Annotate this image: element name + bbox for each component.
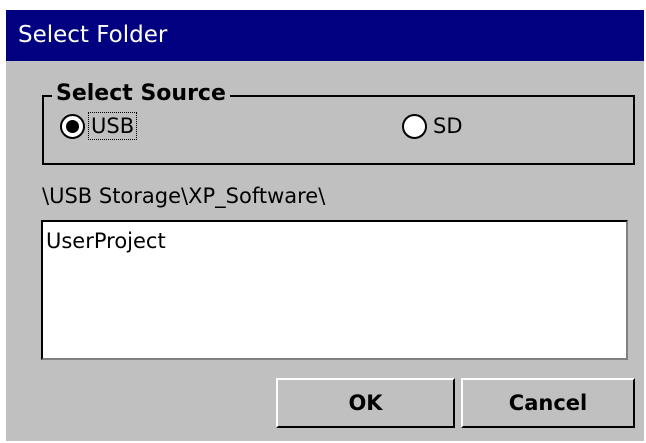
sd-radio-button[interactable] <box>402 113 427 139</box>
current-path-label: \USB Storage\XP_Software\ <box>42 184 326 208</box>
usb-radio-label[interactable]: USB <box>87 112 138 140</box>
dialog-title: Select Folder <box>6 10 644 61</box>
list-item[interactable]: UserProject <box>43 222 626 255</box>
select-source-label: Select Source <box>52 80 230 108</box>
sd-radio-label[interactable]: SD <box>431 113 465 139</box>
usb-radio-button[interactable] <box>60 113 85 139</box>
cancel-button[interactable]: Cancel <box>461 378 635 428</box>
ok-button[interactable]: OK <box>276 378 455 428</box>
sd-radio-option[interactable]: SD <box>402 113 465 139</box>
select-folder-dialog: Select Folder Select Source USB SD \USB … <box>6 10 644 441</box>
select-source-group: Select Source USB SD <box>42 80 635 165</box>
radio-selected-dot-icon <box>66 119 79 133</box>
usb-radio-option[interactable]: USB <box>60 112 138 140</box>
folder-listbox[interactable]: UserProject <box>41 220 628 360</box>
